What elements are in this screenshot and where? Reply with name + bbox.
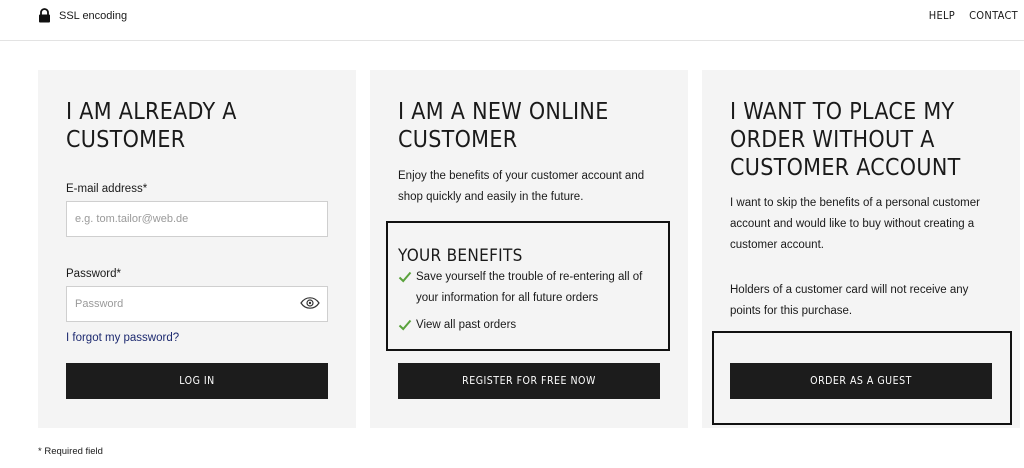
benefits-title: YOUR BENEFITS (398, 246, 523, 266)
contact-link[interactable]: CONTACT (969, 9, 1018, 22)
eye-icon[interactable] (300, 297, 320, 309)
ssl-label: SSL encoding (59, 9, 128, 22)
existing-customer-title: I AM ALREADY A CUSTOMER (66, 99, 237, 153)
ssl-indicator: SSL encoding (38, 8, 127, 23)
guest-note: Holders of a customer card will not rece… (730, 284, 969, 317)
guest-description: I want to skip the benefits of a persona… (730, 197, 980, 251)
help-link[interactable]: HELP (929, 9, 955, 22)
email-label: E-mail address* (66, 183, 148, 195)
benefit-text: Save yourself the trouble of re-entering… (416, 271, 643, 304)
email-input[interactable] (66, 201, 328, 237)
password-input[interactable] (66, 286, 328, 322)
checkmark-icon (398, 271, 412, 283)
benefit-item: Save yourself the trouble of re-entering… (398, 267, 661, 309)
top-nav: HELP CONTACT (929, 9, 1018, 22)
benefits-box: YOUR BENEFITS Save yourself the trouble … (386, 221, 670, 351)
top-bar: SSL encoding HELP CONTACT (0, 0, 1024, 41)
register-button[interactable]: REGISTER FOR FREE NOW (398, 363, 660, 399)
guest-button-highlight (712, 331, 1012, 425)
password-label: Password* (66, 268, 121, 280)
benefit-item: View all past orders (398, 315, 661, 336)
existing-customer-card: I AM ALREADY A CUSTOMER E-mail address* … (38, 70, 356, 428)
checkmark-icon (398, 319, 412, 331)
guest-title: I WANT TO PLACE MY ORDER WITHOUT A CUSTO… (730, 99, 961, 181)
new-customer-description: Enjoy the benefits of your customer acco… (398, 170, 645, 203)
lock-icon (39, 8, 50, 23)
required-field-note: * Required field (38, 446, 103, 457)
new-customer-title: I AM A NEW ONLINE CUSTOMER (398, 99, 609, 153)
login-button[interactable]: LOG IN (66, 363, 328, 399)
forgot-password-link[interactable]: I forgot my password? (66, 332, 179, 344)
benefit-text: View all past orders (416, 319, 517, 331)
